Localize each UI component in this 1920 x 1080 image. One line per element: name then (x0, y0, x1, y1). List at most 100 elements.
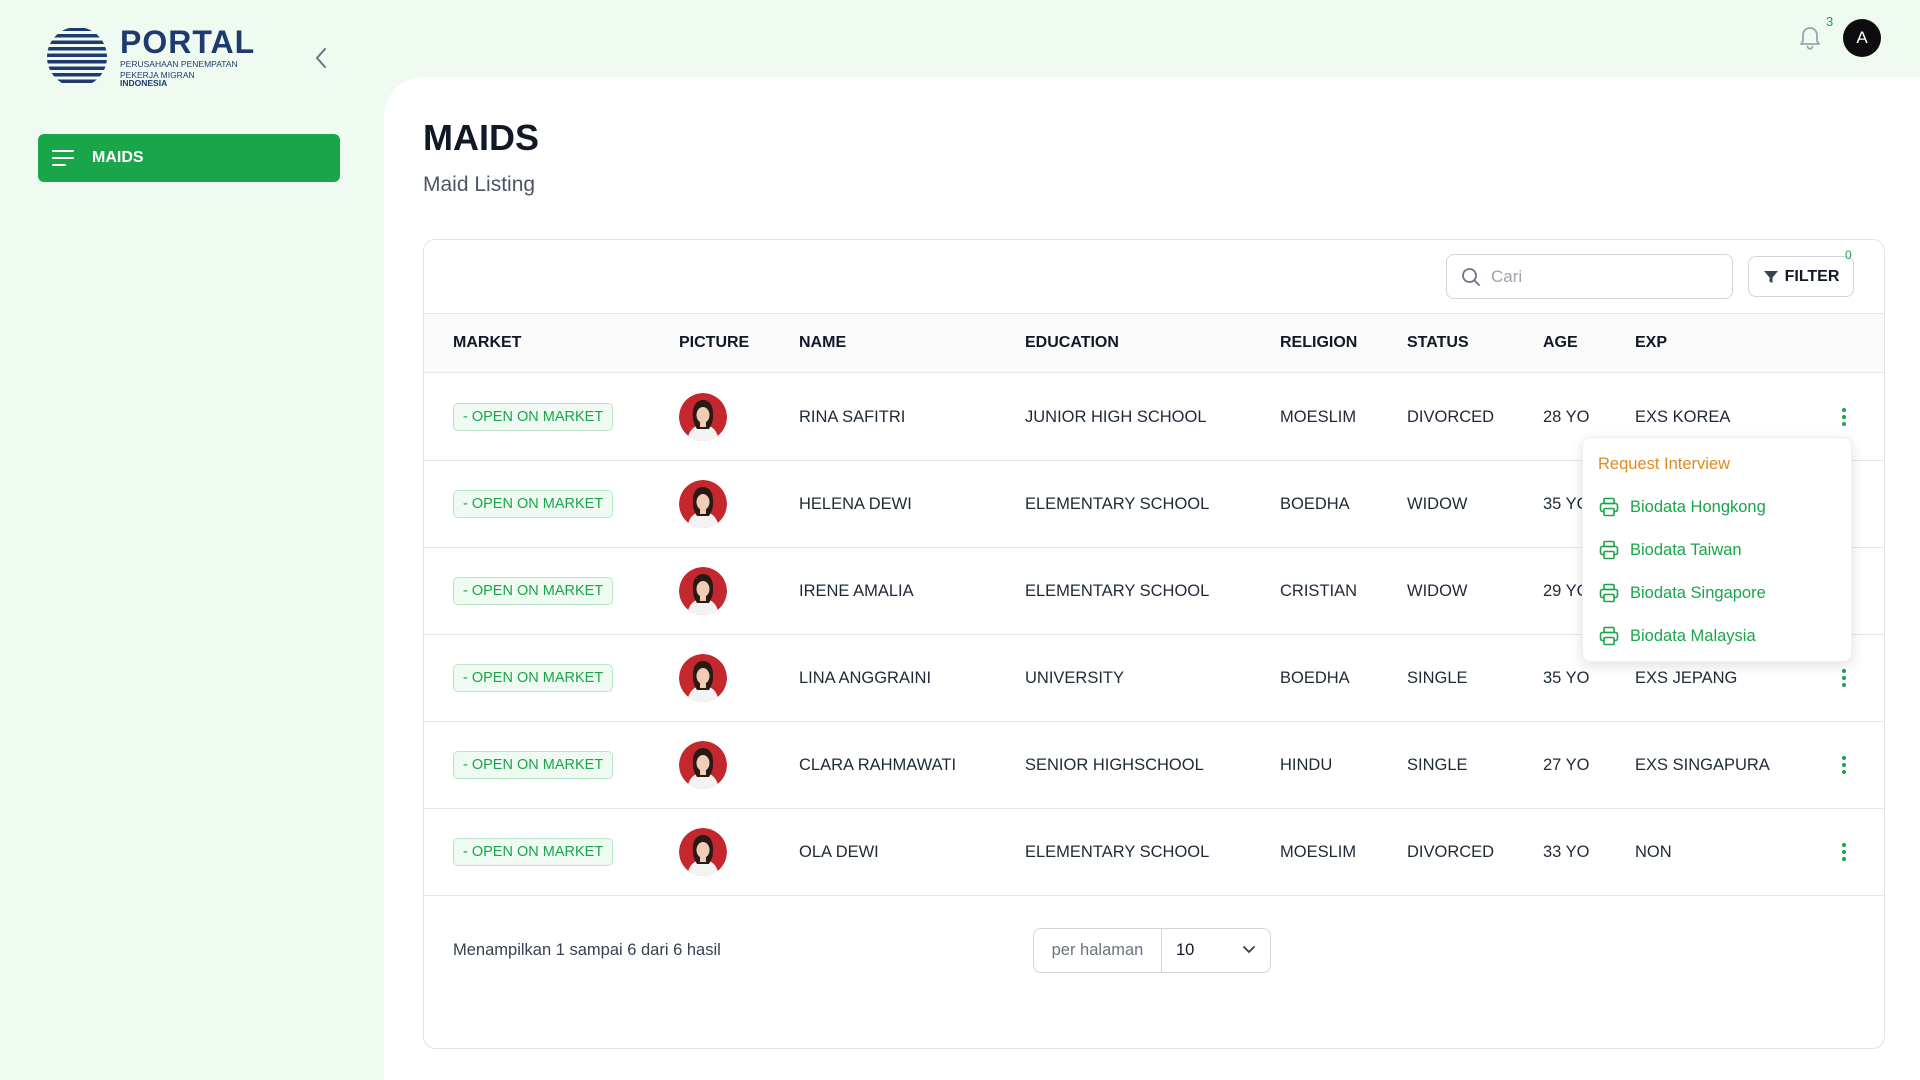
printer-icon (1599, 497, 1619, 517)
column-header-picture[interactable]: PICTURE (679, 314, 749, 372)
column-header-exp[interactable]: EXP (1635, 314, 1667, 372)
cell-name: CLARA RAHMAWATI (799, 756, 957, 774)
per-page-select[interactable]: 10 (1162, 929, 1270, 972)
notification-bell-button[interactable] (1796, 24, 1824, 52)
maid-photo[interactable] (679, 828, 727, 876)
cell-name: RINA SAFITRI (799, 408, 906, 426)
cell-religion: MOESLIM (1280, 408, 1357, 426)
market-status-badge: - OPEN ON MARKET (453, 403, 614, 431)
maid-photo[interactable] (679, 480, 727, 528)
maid-photo[interactable] (679, 567, 727, 615)
menu-item-label: Biodata Hongkong (1630, 497, 1766, 516)
search-box[interactable] (1446, 254, 1733, 299)
cell-name: IRENE AMALIA (799, 582, 914, 600)
market-status-badge: - OPEN ON MARKET (453, 577, 614, 605)
kebab-menu-icon (1842, 756, 1846, 774)
page-title: MAIDS (423, 117, 539, 158)
cell-religion: BOEDHA (1280, 495, 1350, 513)
cell-religion: HINDU (1280, 756, 1333, 774)
menu-item-label: Biodata Taiwan (1630, 540, 1742, 559)
cell-religion: MOESLIM (1280, 843, 1357, 861)
cell-education: UNIVERSITY (1025, 669, 1125, 687)
cell-education: ELEMENTARY SCHOOL (1025, 495, 1210, 513)
column-header-education[interactable]: EDUCATION (1025, 314, 1119, 372)
user-avatar[interactable]: A (1843, 19, 1881, 57)
kebab-menu-icon (1842, 843, 1846, 861)
brand-subtitle-3: INDONESIA (120, 78, 168, 89)
cell-exp: EXS SINGAPURA (1635, 756, 1770, 774)
menu-item-request-interview[interactable]: Request Interview (1598, 455, 1730, 474)
market-status-badge: - OPEN ON MARKET (453, 664, 614, 692)
collapse-sidebar-button[interactable] (311, 44, 331, 72)
menu-item-label: Biodata Malaysia (1630, 626, 1756, 645)
cell-education: SENIOR HIGHSCHOOL (1025, 756, 1204, 774)
menu-lines-icon (52, 150, 74, 166)
filter-count-badge: 0 (1845, 248, 1852, 262)
search-icon (1462, 267, 1480, 286)
cell-status: DIVORCED (1407, 843, 1495, 861)
search-input[interactable] (1491, 266, 1711, 287)
menu-item-biodata[interactable]: Biodata Singapore (1598, 582, 1766, 604)
printer-icon (1599, 583, 1619, 603)
notification-count-badge: 3 (1826, 14, 1834, 29)
bell-icon (1800, 27, 1820, 50)
globe-logo-icon (47, 28, 107, 83)
cell-status: SINGLE (1407, 756, 1468, 774)
pagination-summary: Menampilkan 1 sampai 6 dari 6 hasil (453, 941, 721, 959)
cell-religion: CRISTIAN (1280, 582, 1358, 600)
column-header-religion[interactable]: RELIGION (1280, 314, 1357, 372)
per-page-control: per halaman 10 (1033, 928, 1271, 973)
column-header-name[interactable]: NAME (799, 314, 846, 372)
row-action-menu: Request Interview Biodata Hongkong Biodat… (1582, 437, 1852, 662)
maid-photo[interactable] (679, 393, 727, 441)
cell-age: 33 YO (1543, 843, 1590, 861)
cell-status: WIDOW (1407, 582, 1468, 600)
menu-item-biodata[interactable]: Biodata Malaysia (1598, 625, 1756, 647)
filter-button[interactable]: FILTER (1748, 256, 1854, 297)
table-row[interactable]: - OPEN ON MARKET CLARA RAHMAWATI SENIOR HI… (424, 722, 1884, 809)
column-header-market[interactable]: MARKET (453, 314, 521, 372)
cell-education: JUNIOR HIGH SCHOOL (1025, 408, 1207, 426)
maid-photo[interactable] (679, 741, 727, 789)
cell-status: DIVORCED (1407, 408, 1495, 426)
market-status-badge: - OPEN ON MARKET (453, 838, 614, 866)
cell-status: SINGLE (1407, 669, 1468, 687)
kebab-menu-icon (1842, 669, 1846, 687)
brand-title: PORTAL (120, 24, 256, 61)
column-header-status[interactable]: STATUS (1407, 314, 1469, 372)
cell-exp: NON (1635, 843, 1672, 861)
cell-education: ELEMENTARY SCHOOL (1025, 582, 1210, 600)
maid-photo[interactable] (679, 654, 727, 702)
menu-item-biodata[interactable]: Biodata Taiwan (1598, 539, 1742, 561)
row-actions-button[interactable] (1834, 665, 1854, 691)
brand-subtitle-1: PERUSAHAAN PENEMPATAN (120, 59, 238, 70)
portal-logo[interactable]: PORTAL PERUSAHAAN PENEMPATAN PEKERJA MIG… (46, 26, 255, 88)
row-actions-button[interactable] (1834, 839, 1854, 865)
chevron-left-icon (315, 48, 326, 68)
cell-name: HELENA DEWI (799, 495, 912, 513)
kebab-menu-icon (1842, 408, 1846, 426)
table-row[interactable]: - OPEN ON MARKET OLA DEWI ELEMENTARY SCHOO… (424, 809, 1884, 896)
cell-education: ELEMENTARY SCHOOL (1025, 843, 1210, 861)
column-header-age[interactable]: AGE (1543, 314, 1578, 372)
chevron-down-icon (1243, 946, 1255, 954)
cell-name: LINA ANGGRAINI (799, 669, 932, 687)
printer-icon (1599, 626, 1619, 646)
cell-religion: BOEDHA (1280, 669, 1350, 687)
per-page-value: 10 (1176, 941, 1195, 959)
sidebar: PORTAL PERUSAHAAN PENEMPATAN PEKERJA MIG… (0, 0, 380, 1080)
filter-label: FILTER (1784, 267, 1840, 285)
page-subtitle: Maid Listing (423, 173, 536, 196)
table-header: MARKET PICTURE NAME EDUCATION RELIGION S… (424, 313, 1884, 373)
printer-icon (1599, 540, 1619, 560)
per-page-label: per halaman (1034, 929, 1162, 972)
cell-name: OLA DEWI (799, 843, 879, 861)
cell-status: WIDOW (1407, 495, 1468, 513)
menu-item-biodata[interactable]: Biodata Hongkong (1598, 496, 1766, 518)
sidebar-item-label: MAIDS (92, 149, 144, 166)
row-actions-button[interactable] (1834, 752, 1854, 778)
market-status-badge: - OPEN ON MARKET (453, 751, 614, 779)
sidebar-item-maids[interactable]: MAIDS (38, 134, 340, 182)
row-actions-button[interactable] (1834, 404, 1854, 430)
funnel-icon (1763, 270, 1778, 283)
